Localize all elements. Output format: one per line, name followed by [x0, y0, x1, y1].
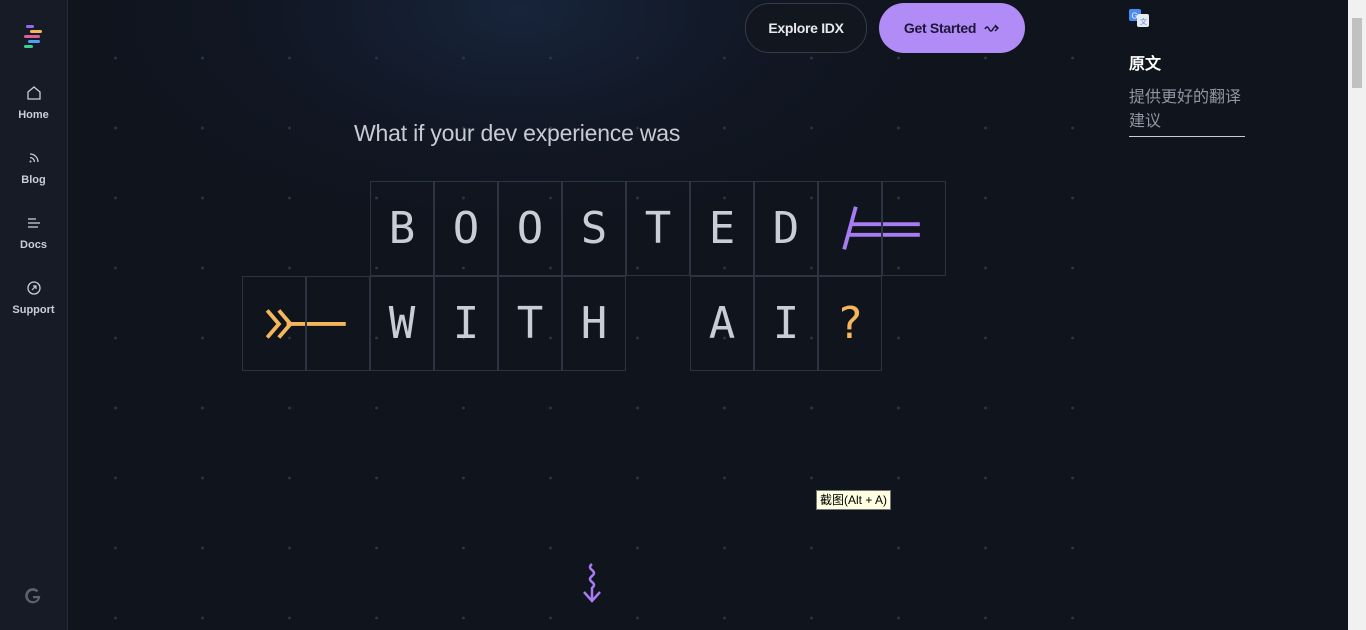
explore-idx-label: Explore IDX	[768, 20, 844, 36]
screenshot-tooltip: 截图(Alt + A)	[816, 490, 892, 510]
svg-text:文: 文	[1140, 17, 1147, 26]
question-mark-tile: ?	[818, 276, 882, 371]
letter-tile: T	[626, 181, 690, 276]
sidebar-item-label: Support	[12, 304, 55, 316]
letter-tile: O	[434, 181, 498, 276]
google-translate-icon[interactable]: G 文	[1129, 9, 1149, 27]
scroll-down-arrow-icon[interactable]	[580, 562, 608, 604]
letter-tile: W	[370, 276, 434, 371]
home-icon	[26, 86, 41, 100]
rss-icon	[29, 153, 39, 163]
letter-tile: I	[434, 276, 498, 371]
sidebar: Home Blog Docs Support	[0, 0, 68, 630]
letter-tile: O	[498, 181, 562, 276]
boost-graphic-tile	[818, 181, 882, 276]
purple-speed-lines-end-icon	[883, 222, 920, 237]
sidebar-item-support[interactable]: Support	[0, 280, 67, 318]
letter-tile: T	[498, 276, 562, 371]
get-started-button[interactable]: Get Started	[879, 3, 1025, 53]
sidebar-item-label: Docs	[20, 239, 47, 251]
arrow-graphic-tile	[306, 276, 370, 371]
letter-tile: H	[562, 276, 626, 371]
svg-text:G: G	[1132, 12, 1138, 21]
hero-headline: What if your dev experience was	[354, 120, 681, 146]
letter-tile: A	[690, 276, 754, 371]
sidebar-item-home[interactable]: Home	[0, 85, 67, 123]
idx-logo[interactable]	[22, 24, 46, 50]
letter-tile: I	[754, 276, 818, 371]
support-icon	[26, 281, 41, 295]
get-started-label: Get Started	[903, 20, 977, 36]
sidebar-item-label: Blog	[21, 174, 46, 186]
sidebar-item-blog[interactable]: Blog	[0, 150, 67, 188]
orange-line-icon	[307, 322, 346, 326]
orange-chevrons-icon	[265, 309, 305, 339]
letter-tile: B	[370, 181, 434, 276]
scrollbar-thumb[interactable]	[1352, 18, 1362, 88]
translate-source-label: 原文	[1129, 56, 1162, 73]
arrow-graphic-tile	[242, 276, 306, 371]
google-g-logo[interactable]	[22, 585, 44, 607]
docs-icon	[27, 218, 40, 228]
vertical-scrollbar[interactable]	[1348, 0, 1366, 630]
squiggle-arrow-icon	[984, 24, 1000, 32]
purple-speed-lines-icon	[842, 206, 881, 250]
sidebar-item-label: Home	[18, 109, 49, 121]
letter-tile: D	[754, 181, 818, 276]
sidebar-item-docs[interactable]: Docs	[0, 215, 67, 253]
letter-tile: S	[562, 181, 626, 276]
suggest-translation-link[interactable]: 提供更好的翻译建议	[1129, 86, 1245, 137]
boost-graphic-tile	[882, 181, 946, 276]
explore-idx-button[interactable]: Explore IDX	[745, 3, 867, 53]
translate-widget: G 文 原文 提供更好的翻译建议	[1129, 9, 1269, 137]
letter-tile: E	[690, 181, 754, 276]
